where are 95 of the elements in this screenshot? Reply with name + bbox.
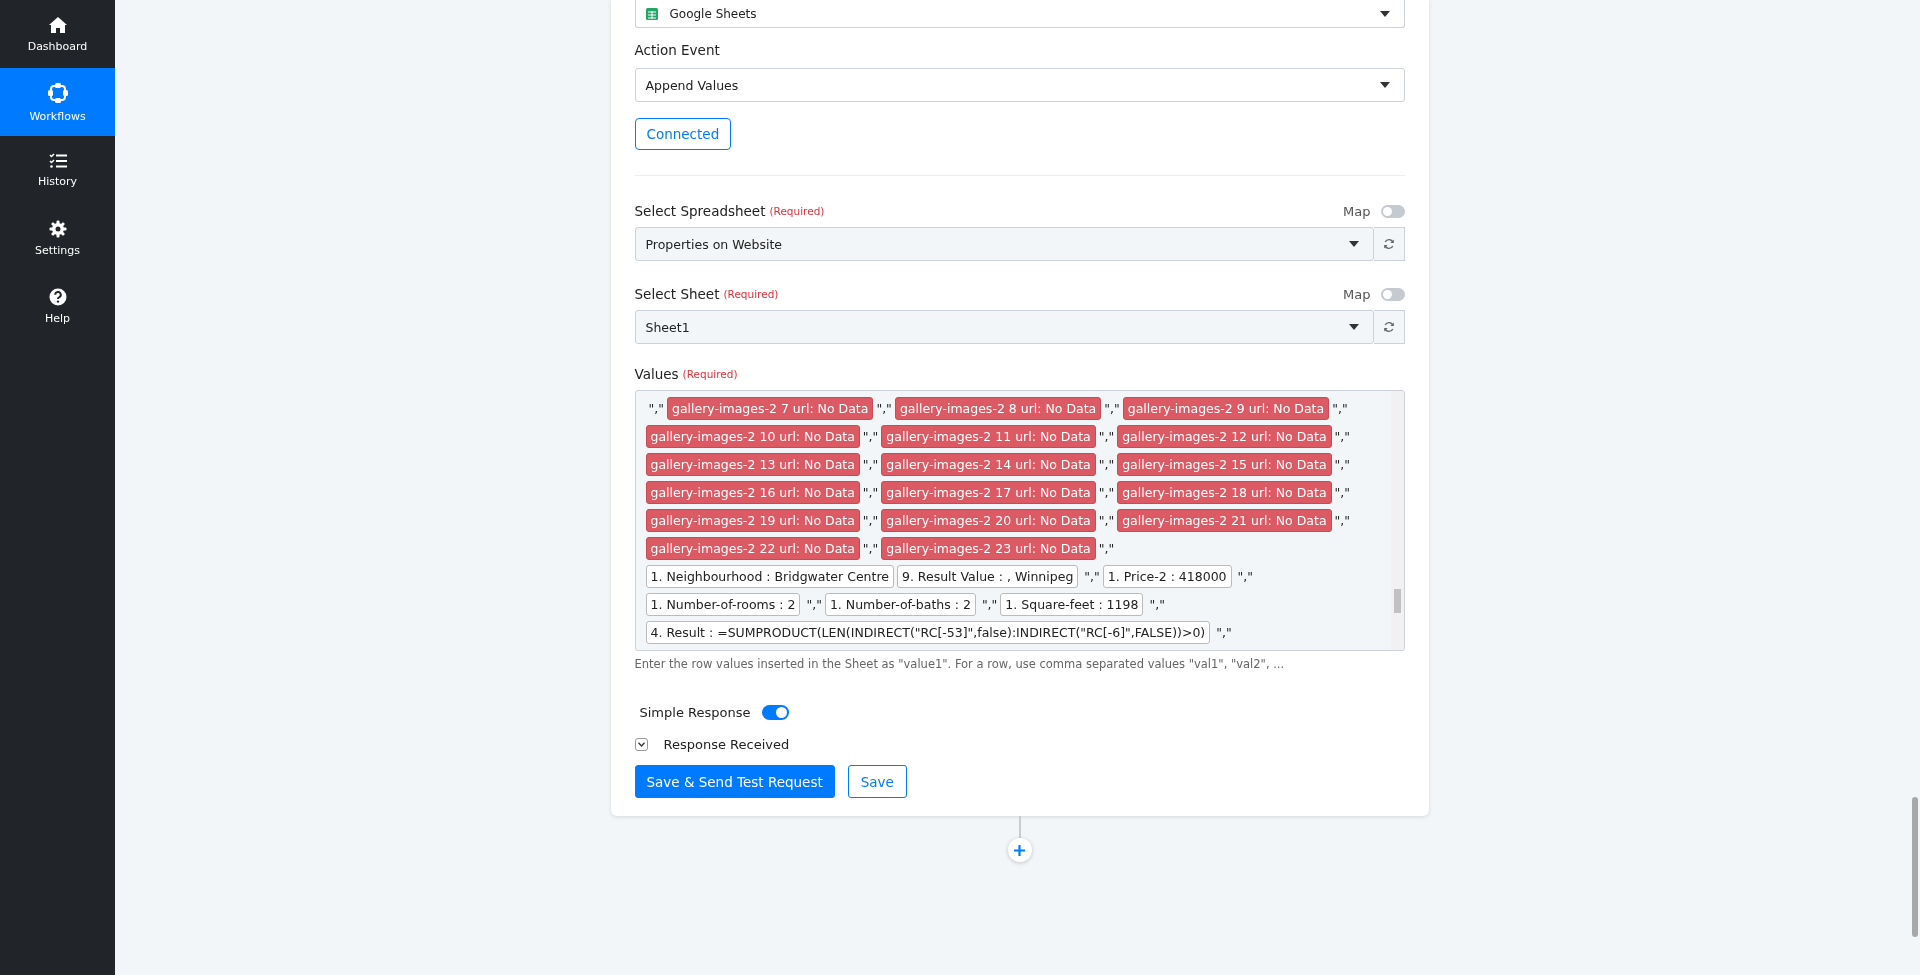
refresh-button[interactable] — [1373, 227, 1405, 261]
add-step-button[interactable] — [1007, 838, 1032, 862]
plus-icon — [1014, 844, 1025, 856]
error-chip: gallery-images-2 18 url: No Data — [1117, 481, 1332, 504]
separator-text: "," — [1097, 541, 1116, 556]
separator-text: "," — [1333, 429, 1352, 444]
separator-text: "," — [1148, 597, 1166, 612]
refresh-icon — [1382, 321, 1395, 333]
separator-text: "," — [1333, 457, 1352, 472]
map-label: Map — [1343, 286, 1371, 302]
separator-text: "," — [1331, 401, 1349, 416]
separator-text: "," — [980, 597, 999, 612]
home-icon — [47, 15, 68, 34]
sidebar-item[interactable]: Dashboard — [0, 0, 115, 68]
field-chip: 1. Square-feet : 1198 — [1000, 593, 1144, 616]
select-field[interactable]: Properties on Website — [634, 227, 1374, 261]
error-chip: gallery-images-2 8 url: No Data — [894, 397, 1102, 420]
sidebar-item[interactable]: Workflows — [0, 68, 115, 136]
separator-text: "," — [861, 513, 880, 528]
error-chip: gallery-images-2 19 url: No Data — [645, 509, 860, 532]
toggle-switch[interactable] — [762, 705, 790, 720]
field-chip: 9. Result Value : , Winnipeg — [896, 565, 1079, 588]
connected-button[interactable]: Connected — [634, 118, 732, 150]
error-chip: gallery-images-2 21 url: No Data — [1117, 509, 1332, 532]
spreadsheet-icon — [645, 7, 658, 20]
field-label: Select Spreadsheet — [634, 203, 766, 219]
sidebar-item[interactable]: Help — [0, 272, 115, 340]
expand-button[interactable] — [634, 738, 648, 751]
error-chip: gallery-images-2 17 url: No Data — [881, 481, 1096, 504]
field-chip: 4. Result : =SUMPRODUCT(LEN(INDIRECT("RC[-53]",false):INDIRECT("RC[-6]",FALSE))>0) — [645, 621, 1211, 644]
separator-text: "," — [805, 597, 823, 612]
app-select[interactable]: Google Sheets — [634, 0, 1405, 28]
field-chip: 1. Neighbourhood : Bridgwater Centre — [645, 565, 894, 588]
field-label: Action Event — [634, 42, 721, 58]
separator-text: "," — [1097, 457, 1116, 472]
separator-text: "," — [1236, 569, 1255, 584]
error-chip: gallery-images-2 13 url: No Data — [645, 453, 860, 476]
error-chip: gallery-images-2 14 url: No Data — [881, 453, 1096, 476]
error-chip: gallery-images-2 12 url: No Data — [1117, 425, 1332, 448]
refresh-button[interactable] — [1373, 310, 1405, 344]
field-label: Values — [634, 366, 679, 382]
separator-text: "," — [1333, 513, 1352, 528]
help-text: Enter the row values inserted in the Sheet as "value1". For a row, use comma separated values "val1", "val2", ... — [634, 657, 1286, 671]
caret-icon — [1379, 10, 1390, 17]
field-label: Select Sheet — [634, 286, 720, 302]
separator-text: "," — [1215, 625, 1233, 640]
error-chip: gallery-images-2 23 url: No Data — [881, 537, 1096, 560]
nodes-icon — [46, 81, 69, 104]
toggle-switch[interactable] — [1380, 287, 1405, 301]
field-chip: 1. Number-of-baths : 2 — [824, 593, 976, 616]
sidebar-item[interactable]: History — [0, 136, 115, 204]
error-chip: gallery-images-2 11 url: No Data — [881, 425, 1096, 448]
error-chip: gallery-images-2 22 url: No Data — [645, 537, 860, 560]
toggle-switch[interactable] — [1380, 204, 1405, 218]
chevron-icon — [637, 742, 645, 747]
scrollbar[interactable] — [1390, 391, 1404, 650]
select-field[interactable]: Append Values — [634, 68, 1405, 102]
error-chip: gallery-images-2 15 url: No Data — [1117, 453, 1332, 476]
sidebar-item[interactable]: Settings — [0, 204, 115, 272]
checklist-icon — [48, 152, 67, 169]
select-field[interactable]: Sheet1 — [634, 310, 1374, 344]
save-button[interactable]: Save — [847, 765, 907, 798]
separator-text: "," — [861, 429, 880, 444]
required-note: (Required) — [682, 368, 738, 380]
values-field[interactable] — [634, 390, 1405, 651]
separator-text: "," — [861, 541, 880, 556]
separator-text: "," — [1103, 401, 1121, 416]
field-chip: 1. Price-2 : 418000 — [1102, 565, 1232, 588]
required-note: (Required) — [723, 288, 779, 300]
send-test-button[interactable]: Save & Send Test Request — [634, 765, 835, 798]
separator-text: "," — [1097, 513, 1116, 528]
section-label: Response Received — [663, 737, 790, 752]
error-chip: gallery-images-2 16 url: No Data — [645, 481, 860, 504]
field-chip: 1. Number-of-rooms : 2 — [645, 593, 801, 616]
separator-text: "," — [1097, 485, 1116, 500]
separator-text: "," — [1097, 429, 1116, 444]
separator-text: "," — [861, 485, 880, 500]
error-chip: gallery-images-2 20 url: No Data — [881, 509, 1096, 532]
caret-icon — [1348, 324, 1359, 330]
toggle-label: Simple Response — [639, 705, 751, 720]
map-label: Map — [1343, 203, 1371, 219]
required-note: (Required) — [769, 205, 825, 217]
caret-icon — [1348, 241, 1359, 247]
separator-text: "," — [1333, 485, 1352, 500]
error-chip: gallery-images-2 7 url: No Data — [667, 397, 874, 420]
separator-text: "," — [647, 401, 665, 416]
scrollbar[interactable] — [1912, 797, 1918, 937]
refresh-icon — [1382, 238, 1395, 250]
separator-text: "," — [1083, 569, 1101, 584]
caret-icon — [1379, 82, 1390, 88]
separator-text: "," — [861, 457, 880, 472]
error-chip: gallery-images-2 9 url: No Data — [1122, 397, 1330, 420]
separator-text: "," — [875, 401, 893, 416]
help-icon — [48, 287, 67, 306]
error-chip: gallery-images-2 10 url: No Data — [645, 425, 860, 448]
